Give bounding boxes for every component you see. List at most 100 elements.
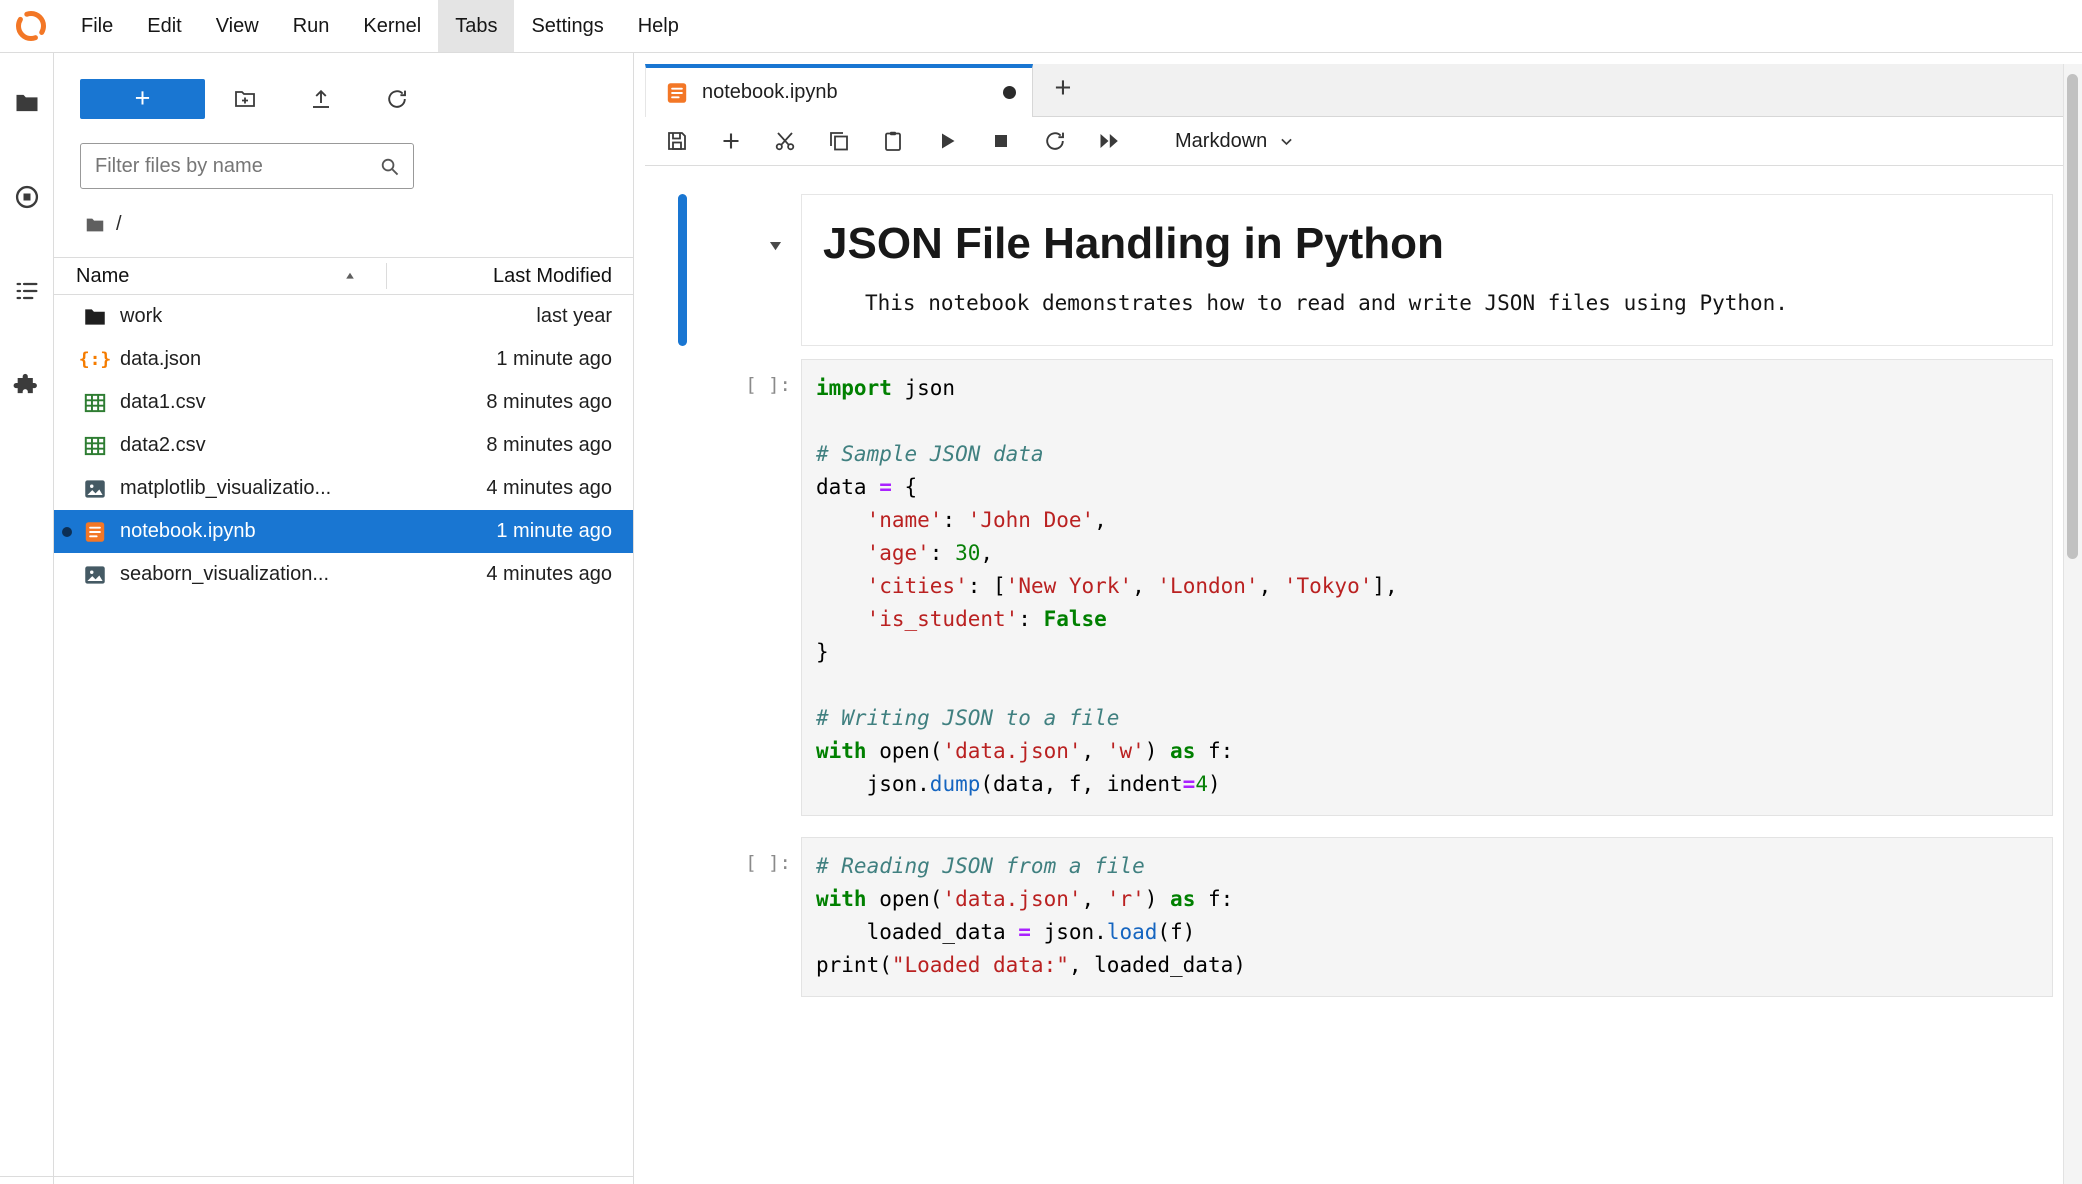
file-modified-time: last year	[536, 305, 612, 328]
new-folder-button[interactable]	[207, 79, 283, 119]
image-icon	[82, 476, 108, 502]
menu-item-edit[interactable]: Edit	[130, 0, 198, 52]
file-row-notebook-ipynb[interactable]: notebook.ipynb 1 minute ago	[54, 510, 633, 553]
breadcrumb: /	[84, 213, 633, 236]
upload-icon	[309, 87, 333, 111]
markdown-cell[interactable]: JSON File Handling in Python This notebo…	[645, 194, 2082, 346]
activity-bar	[0, 53, 54, 1184]
file-name: matplotlib_visualizatio...	[120, 477, 331, 500]
code-cell-1: [ ]:import json # Sample JSON datadata =…	[645, 359, 2053, 816]
scrollbar-track[interactable]	[2063, 64, 2082, 1184]
home-folder-icon[interactable]	[84, 214, 106, 236]
save-icon	[665, 129, 689, 153]
file-modified-time: 8 minutes ago	[486, 434, 612, 457]
filter-files-input[interactable]	[81, 155, 378, 178]
scrollbar-thumb[interactable]	[2067, 74, 2078, 559]
file-row-data-json[interactable]: {:}data.json1 minute ago	[54, 338, 633, 381]
new-launcher-button[interactable]: +	[80, 79, 205, 119]
restart-icon	[1043, 129, 1067, 153]
run-button[interactable]	[935, 129, 959, 153]
copy-icon	[827, 129, 851, 153]
run-icon	[935, 129, 959, 153]
menu-item-settings[interactable]: Settings	[514, 0, 620, 52]
restart-button[interactable]	[1043, 129, 1067, 153]
running-sidebar-button[interactable]	[13, 183, 41, 211]
file-row-data2-csv[interactable]: data2.csv 8 minutes ago	[54, 424, 633, 467]
column-divider	[386, 263, 387, 289]
notebook-toolbar-buttons	[665, 129, 1121, 153]
file-browser-panel: + / Name Last Modified worklast year{:}d…	[54, 53, 634, 1184]
run-all-button[interactable]	[1097, 129, 1121, 153]
notebook-icon	[664, 80, 690, 106]
filter-box	[80, 143, 414, 189]
save-button[interactable]	[665, 129, 689, 153]
new-tab-button[interactable]: +	[1037, 64, 1089, 116]
upload-button[interactable]	[283, 79, 359, 119]
cut-icon	[773, 129, 797, 153]
new-folder-icon	[233, 87, 257, 111]
status-bar-divider	[0, 1176, 634, 1177]
file-modified-time: 4 minutes ago	[486, 477, 612, 500]
menu-item-kernel[interactable]: Kernel	[346, 0, 438, 52]
tab-notebook-ipynb[interactable]: notebook.ipynb	[645, 64, 1033, 117]
insert-cell-button[interactable]	[719, 129, 743, 153]
column-header-name[interactable]: Name	[76, 265, 129, 288]
refresh-button[interactable]	[359, 79, 435, 119]
toc-sidebar-button[interactable]	[13, 277, 41, 305]
stop-icon	[989, 129, 1013, 153]
menu-item-help[interactable]: Help	[621, 0, 696, 52]
menu-item-tabs[interactable]: Tabs	[438, 0, 514, 52]
code-editor[interactable]: import json # Sample JSON datadata = { '…	[801, 359, 2053, 816]
cut-button[interactable]	[773, 129, 797, 153]
menu-bar: FileEditViewRunKernelTabsSettingsHelp	[0, 0, 2082, 53]
chevron-down-icon	[1278, 133, 1295, 150]
json-icon: {:}	[79, 348, 112, 371]
running-icon	[13, 183, 41, 211]
markdown-heading: JSON File Handling in Python	[823, 219, 2032, 269]
run-all-icon	[1097, 129, 1121, 153]
paste-button[interactable]	[881, 129, 905, 153]
menu-item-run[interactable]: Run	[276, 0, 347, 52]
insert-cell-icon	[719, 129, 743, 153]
file-modified-time: 8 minutes ago	[486, 391, 612, 414]
code-cells: [ ]: import json # Sample JSON datadata =…	[645, 359, 2082, 997]
menu-item-file[interactable]: File	[64, 0, 130, 52]
files-sidebar-button[interactable]	[13, 89, 41, 117]
extensions-icon	[13, 371, 41, 399]
sort-caret-icon[interactable]	[343, 269, 357, 283]
column-header-last-modified[interactable]: Last Modified	[493, 265, 612, 288]
tab-title: notebook.ipynb	[702, 81, 838, 104]
file-modified-time: 1 minute ago	[496, 348, 612, 371]
csv-icon	[82, 390, 108, 416]
folder-icon	[82, 304, 108, 330]
csv-icon	[82, 433, 108, 459]
file-modified-time: 1 minute ago	[496, 520, 612, 543]
menu-item-view[interactable]: View	[199, 0, 276, 52]
file-row-seaborn-visualization[interactable]: seaborn_visualization... 4 minutes ago	[54, 553, 633, 596]
file-name: notebook.ipynb	[120, 520, 256, 543]
copy-button[interactable]	[827, 129, 851, 153]
toc-icon	[13, 277, 41, 305]
notebook-icon	[82, 519, 108, 545]
file-modified-time: 4 minutes ago	[486, 563, 612, 586]
notebook-toolbar: Markdown	[645, 117, 2082, 166]
file-browser-toolbar: +	[80, 79, 633, 119]
heading-collapse-caret-icon[interactable]	[766, 236, 785, 255]
menu-bar-items: FileEditViewRunKernelTabsSettingsHelp	[64, 0, 696, 52]
open-file-dot	[62, 527, 72, 537]
file-row-matplotlib-visualizatio[interactable]: matplotlib_visualizatio... 4 minutes ago	[54, 467, 633, 510]
image-icon	[82, 562, 108, 588]
file-row-data1-csv[interactable]: data1.csv8 minutes ago	[54, 381, 633, 424]
unsaved-changes-dot[interactable]	[1003, 86, 1016, 99]
file-name: data2.csv	[120, 434, 206, 457]
markdown-rendered-body[interactable]: JSON File Handling in Python This notebo…	[801, 194, 2053, 346]
file-row-work[interactable]: worklast year	[54, 295, 633, 338]
cell-prompt: [ ]:	[645, 852, 791, 874]
extensions-sidebar-button[interactable]	[13, 371, 41, 399]
files-icon	[13, 89, 41, 117]
stop-button[interactable]	[989, 129, 1013, 153]
cell-type-dropdown[interactable]: Markdown	[1175, 130, 1295, 153]
code-editor[interactable]: # Reading JSON from a filewith open('dat…	[801, 837, 2053, 997]
file-name: seaborn_visualization...	[120, 563, 329, 586]
cell-collapser[interactable]	[678, 194, 687, 346]
